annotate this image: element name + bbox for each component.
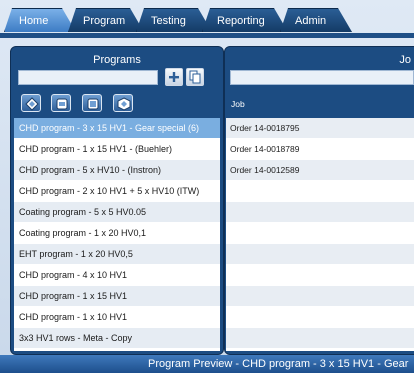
empty-row	[226, 244, 414, 265]
program-list-item[interactable]: EHT program - 1 x 20 HV0,5	[14, 244, 220, 265]
jobs-search-input[interactable]	[230, 70, 414, 85]
job-row[interactable]: Order 14-0018789	[226, 139, 414, 160]
job-row[interactable]: Order 14-0018795	[226, 118, 414, 139]
program-preview-bar[interactable]: Program Preview - CHD program - 3 x 15 H…	[0, 355, 414, 373]
programs-list: CHD program - 3 x 15 HV1 - Gear special …	[14, 118, 220, 351]
program-list-item[interactable]: Coating program - 5 x 5 HV0.05	[14, 202, 220, 223]
square-icon	[87, 98, 99, 110]
plus-icon	[169, 72, 179, 82]
program-list-item[interactable]: 3x3 HV1 rows - Meta - Copy	[14, 328, 220, 349]
add-program-button[interactable]	[165, 68, 183, 86]
rectangle-tool-button[interactable]	[51, 94, 71, 112]
tab-program-label: Program	[83, 15, 126, 27]
hexagon-tool-button[interactable]	[113, 94, 133, 112]
tab-testing[interactable]: Testing	[136, 8, 212, 32]
copy-icon	[189, 70, 201, 84]
tab-testing-label: Testing	[151, 15, 186, 27]
job-column-header: Job	[231, 99, 245, 109]
empty-row	[226, 223, 414, 244]
tab-home[interactable]: Home	[4, 8, 76, 32]
rectangle-icon	[56, 98, 68, 110]
tab-admin-label: Admin	[295, 15, 327, 27]
hexagon-icon	[117, 97, 131, 111]
square-tool-button[interactable]	[82, 94, 102, 112]
diamond-icon	[25, 97, 39, 111]
tab-reporting-label: Reporting	[217, 15, 265, 27]
programs-panel-title: Programs	[93, 54, 141, 66]
app-window: Home Program Testing Reporting Admin Pro…	[0, 0, 414, 373]
program-list-item[interactable]: CHD program - 3 x 15 HV1 - Gear special …	[14, 118, 220, 139]
program-list-item[interactable]: CHD program - 1 x 15 HV1	[14, 286, 220, 307]
program-list-item[interactable]: CHD program - 4 x 10 HV1	[14, 265, 220, 286]
programs-search-input[interactable]	[18, 70, 158, 85]
main-tab-strip: Home Program Testing Reporting Admin	[4, 8, 414, 34]
program-list-item[interactable]: CHD program - 5 x HV10 - (Instron)	[14, 160, 220, 181]
copy-program-button[interactable]	[186, 68, 204, 86]
job-row[interactable]: Order 14-0012589	[226, 160, 414, 181]
program-list-item[interactable]: CHD program - 1 x 15 HV1 - (Buehler)	[14, 139, 220, 160]
jobs-panel-title: Jo	[399, 54, 411, 66]
program-list-item[interactable]: CHD program - 2 x 10 HV1 + 5 x HV10 (ITW…	[14, 181, 220, 202]
jobs-grid-header[interactable]: Job	[226, 92, 414, 118]
empty-row	[226, 328, 414, 349]
tab-home-label: Home	[19, 15, 49, 27]
tab-strip-underline	[0, 33, 414, 38]
tab-admin[interactable]: Admin	[280, 8, 352, 32]
program-preview-text: Program Preview - CHD program - 3 x 15 H…	[148, 358, 409, 370]
tab-program[interactable]: Program	[68, 8, 144, 32]
empty-row	[226, 265, 414, 286]
empty-row	[226, 286, 414, 307]
program-list-item[interactable]: CHD program - 1 x 10 HV1	[14, 307, 220, 328]
program-list-item[interactable]: Coating program - 1 x 20 HV0,1	[14, 223, 220, 244]
tab-reporting[interactable]: Reporting	[202, 8, 288, 32]
jobs-grid: Order 14-0018795 Order 14-0018789 Order …	[226, 118, 414, 351]
empty-row	[226, 181, 414, 202]
empty-row	[226, 202, 414, 223]
empty-row	[226, 307, 414, 328]
diamond-tool-button[interactable]	[21, 94, 41, 112]
